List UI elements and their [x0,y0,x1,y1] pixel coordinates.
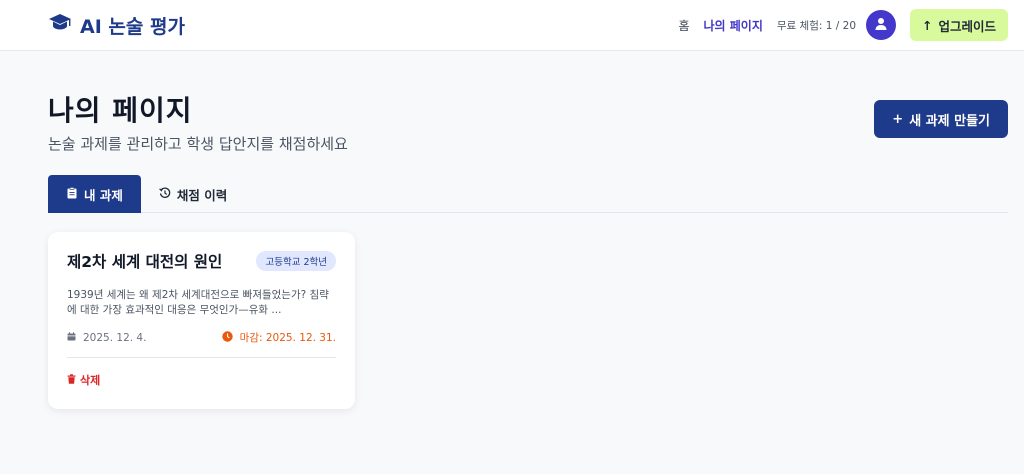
created-date-text: 2025. 12. 4. [83,331,147,344]
new-assignment-label: 새 과제 만들기 [909,113,990,129]
tab-grading-history[interactable]: 채점 이력 [141,175,245,213]
assignment-dates: 2025. 12. 4. 마감: 2025. 12. 31. [67,330,336,358]
nav-menu: 홈 나의 페이지 무료 체험: 1 / 20 ↑ 업그레이드 [678,9,1008,41]
deadline: 마감: 2025. 12. 31. [221,330,336,345]
nav-my-page-link[interactable]: 나의 페이지 [704,17,763,34]
tab-label: 내 과제 [84,187,123,203]
delete-assignment-button[interactable]: 삭제 [67,372,336,388]
clock-icon [221,330,233,345]
trash-icon [67,373,76,387]
page-header: 나의 페이지 논술 과제를 관리하고 학생 답안지를 채점하세요 + 새 과제 … [0,51,1024,175]
assignment-title: 제2차 세계 대전의 원인 [67,253,223,271]
tab-label: 채점 이력 [176,187,228,203]
nav-home-link[interactable]: 홈 [678,17,689,34]
page-title: 나의 페이지 [48,94,193,127]
calendar-icon [67,331,76,344]
user-avatar[interactable] [866,10,896,40]
top-navbar: AI 논술 평가 홈 나의 페이지 무료 체험: 1 / 20 ↑ 업그레이드 [0,0,1024,51]
brand-logo[interactable]: AI 논술 평가 [48,12,185,39]
deadline-text: 마감: 2025. 12. 31. [239,332,336,344]
history-icon [159,187,171,202]
brand-name: AI 논술 평가 [80,15,185,38]
created-date: 2025. 12. 4. [67,332,146,344]
page-subtitle: 논술 과제를 관리하고 학생 답안지를 채점하세요 [48,135,348,153]
delete-label: 삭제 [80,374,101,387]
new-assignment-button[interactable]: + 새 과제 만들기 [874,100,1008,138]
graduation-cap-icon [48,13,72,38]
card-header: 제2차 세계 대전의 원인 고등학교 2학년 [67,250,336,272]
assignment-description: 1939년 세계는 왜 제2차 세계대전으로 빠져들었는가? 침략에 대한 가장… [67,289,329,316]
trial-counter: 무료 체험: 1 / 20 [776,19,856,32]
user-icon [874,17,888,34]
arrow-up-icon: ↑ [922,17,933,33]
assignment-card[interactable]: 제2차 세계 대전의 원인 고등학교 2학년 1939년 세계는 왜 제2차 세… [48,232,355,409]
tab-bar: 내 과제 채점 이력 [48,175,1008,213]
clipboard-icon [66,186,78,202]
upgrade-button[interactable]: ↑ 업그레이드 [910,9,1008,41]
upgrade-label: 업그레이드 [938,18,996,34]
tab-my-assignments[interactable]: 내 과제 [48,175,141,213]
plus-icon: + [892,111,904,127]
grade-badge: 고등학교 2학년 [256,251,336,271]
